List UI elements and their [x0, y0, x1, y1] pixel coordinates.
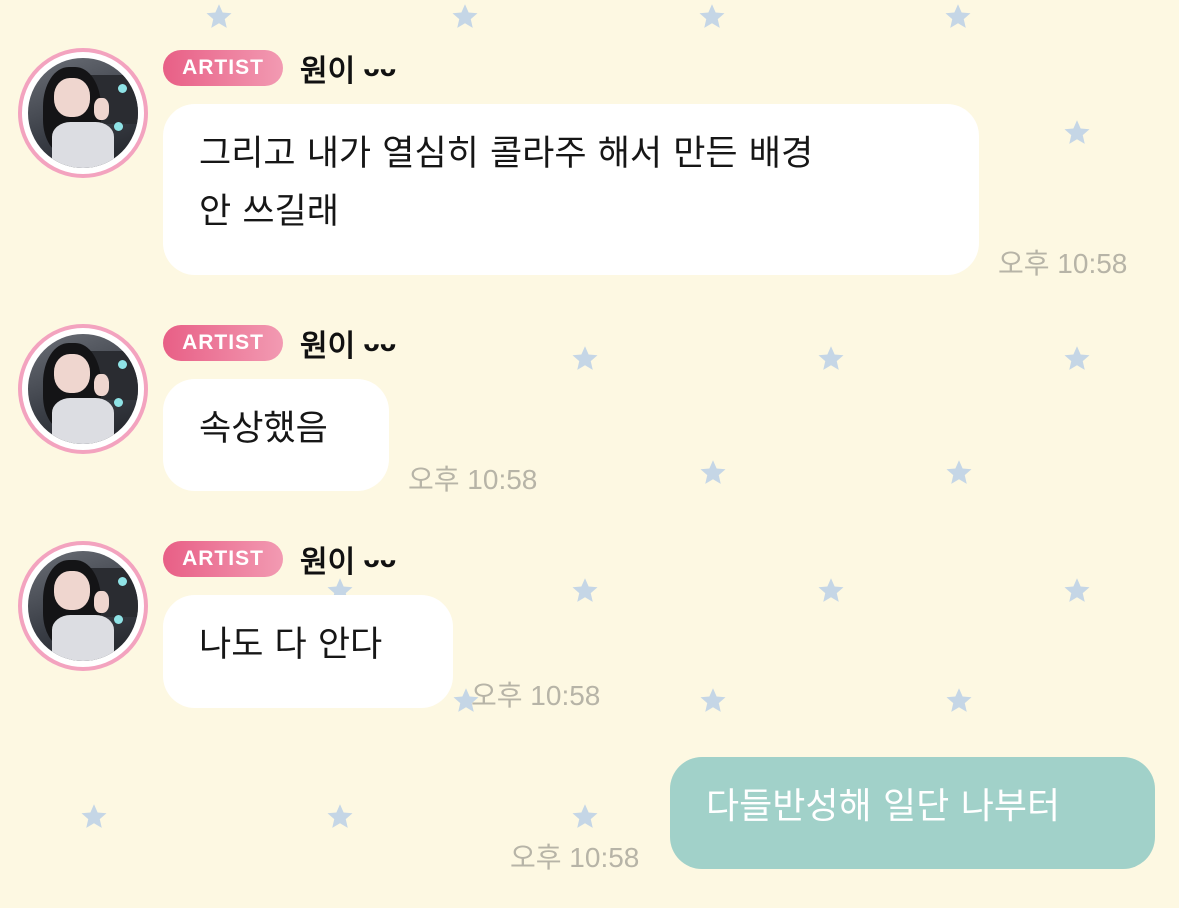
star-icon	[570, 344, 600, 374]
sender-name-text: 원이	[300, 54, 356, 89]
message-text: 나도 다 안다	[199, 625, 383, 665]
message-time: 오후 10:58	[998, 248, 1128, 279]
star-icon	[204, 2, 234, 32]
star-icon	[943, 2, 973, 32]
message-text-line-1: 그리고 내가 열심히 콜라주 해서 만든 배경	[199, 134, 814, 174]
star-icon	[816, 344, 846, 374]
star-icon	[570, 802, 600, 832]
star-icon	[816, 576, 846, 606]
star-icon	[944, 458, 974, 488]
star-icon	[1062, 576, 1092, 606]
message-bubble[interactable]: 나도 다 안다	[163, 595, 453, 708]
artist-photo	[28, 58, 138, 168]
artist-photo	[28, 334, 138, 444]
sender-name-text: 원이	[300, 545, 356, 580]
avatar[interactable]	[18, 541, 148, 671]
star-icon	[698, 458, 728, 488]
star-icon	[1062, 118, 1092, 148]
sender-name: 원이 ᴗᴗ	[300, 48, 397, 89]
sender-name: 원이 ᴗᴗ	[300, 323, 397, 364]
message-bubble[interactable]: 그리고 내가 열심히 콜라주 해서 만든 배경 안 쓰길래	[163, 104, 979, 275]
sender-glyph: ᴗᴗ	[363, 545, 397, 573]
artist-badge: ARTIST	[163, 50, 283, 86]
star-icon	[944, 686, 974, 716]
avatar[interactable]	[18, 48, 148, 178]
message-bubble[interactable]: 속상했음	[163, 379, 389, 491]
sender-glyph: ᴗᴗ	[363, 54, 397, 82]
my-message-text: 다들반성해 일단 나부터	[706, 786, 1061, 827]
star-icon	[570, 576, 600, 606]
artist-photo	[28, 551, 138, 661]
sender-glyph: ᴗᴗ	[363, 329, 397, 357]
artist-badge: ARTIST	[163, 541, 283, 577]
message-text-line-2: 안 쓰길래	[199, 192, 339, 232]
star-icon	[698, 686, 728, 716]
avatar[interactable]	[18, 324, 148, 454]
star-icon	[1062, 344, 1092, 374]
message-time: 오후 10:58	[471, 680, 601, 711]
sender-name: 원이 ᴗᴗ	[300, 539, 397, 580]
my-message-bubble[interactable]: 다들반성해 일단 나부터	[670, 757, 1155, 869]
my-message-time: 오후 10:58	[510, 842, 640, 873]
star-icon	[325, 802, 355, 832]
message-time: 오후 10:58	[408, 464, 538, 495]
star-icon	[697, 2, 727, 32]
star-icon	[450, 2, 480, 32]
star-icon	[79, 802, 109, 832]
artist-badge: ARTIST	[163, 325, 283, 361]
sender-name-text: 원이	[300, 329, 356, 364]
message-text: 속상했음	[199, 409, 328, 449]
